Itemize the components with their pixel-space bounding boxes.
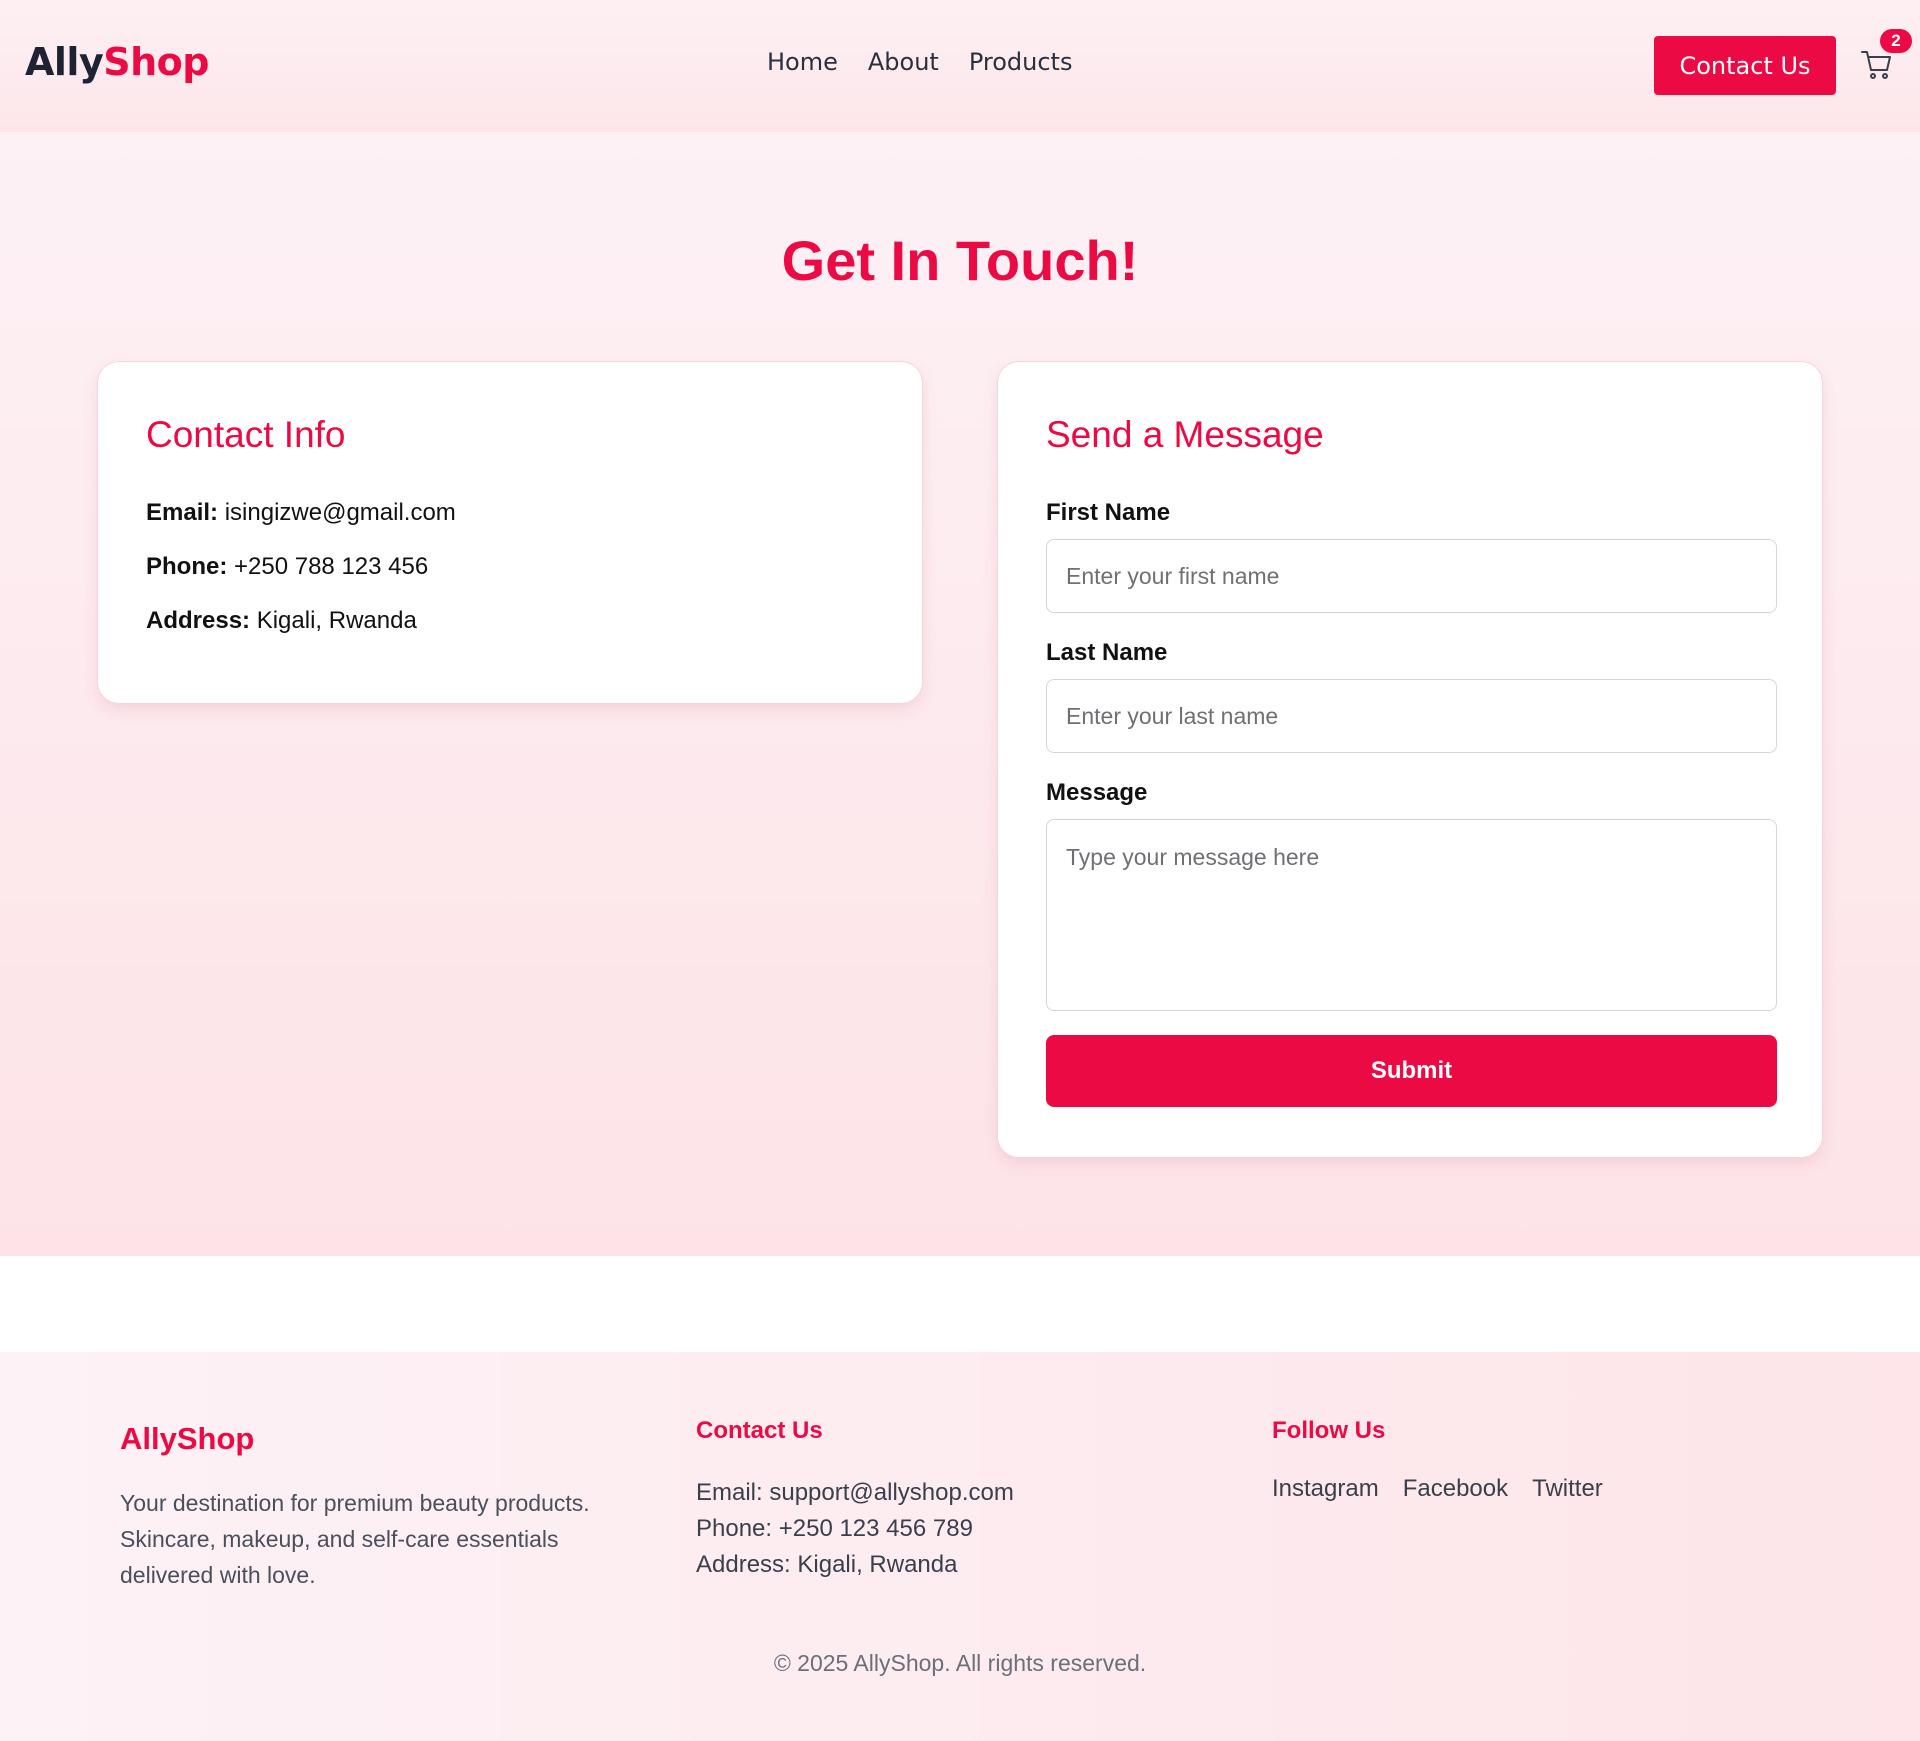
main-nav: Home About Products [767,48,1072,76]
first-name-label: First Name [1046,499,1171,526]
message-textarea[interactable] [1046,819,1777,1011]
footer-description: Your destination for premium beauty prod… [120,1490,590,1588]
message-form-card: Send a Message First Name Last Name Mess… [997,361,1823,1158]
contact-email-line: Email: isingizwe@gmail.com [146,499,456,527]
address-label: Address: [146,607,251,634]
phone-value: +250 788 123 456 [234,553,429,580]
contact-us-button[interactable]: Contact Us [1654,36,1836,95]
footer-follow-heading: Follow Us [1272,1417,1386,1444]
footer-contact-heading: Contact Us [696,1417,823,1444]
contact-section: Get In Touch! Contact Info Email: isingi… [0,132,1920,1256]
footer-brand-column: AllyShop Your destination for premium be… [120,1417,640,1593]
email-value: isingizwe@gmail.com [224,499,456,526]
page-title: Get In Touch! [781,229,1139,292]
contact-info-heading: Contact Info [146,414,346,455]
site-header: AllyShop Home About Products Contact Us … [0,0,1920,132]
first-name-input[interactable] [1046,539,1777,613]
footer-phone: Phone: +250 123 456 789 [696,1515,973,1542]
site-logo[interactable]: AllyShop [25,40,209,84]
last-name-label: Last Name [1046,639,1168,666]
message-label: Message [1046,779,1148,806]
message-form-heading: Send a Message [1046,414,1324,455]
cart-icon[interactable] [1860,48,1894,82]
social-link-facebook[interactable]: Facebook [1403,1475,1508,1503]
submit-button[interactable]: Submit [1046,1035,1777,1107]
email-label: Email: [146,499,219,526]
social-link-instagram[interactable]: Instagram [1272,1475,1379,1503]
social-link-twitter[interactable]: Twitter [1532,1475,1603,1503]
contact-info-card: Contact Info Email: isingizwe@gmail.com … [97,361,923,704]
cart-count-badge: 2 [1880,29,1912,53]
site-footer: AllyShop Your destination for premium be… [0,1352,1920,1741]
logo-text-ally: Ally [25,40,104,84]
contact-address-line: Address: Kigali, Rwanda [146,607,417,635]
social-links: Instagram Facebook Twitter [1272,1475,1792,1503]
nav-link-home[interactable]: Home [767,48,838,76]
phone-label: Phone: [146,553,228,580]
footer-email: Email: support@allyshop.com [696,1479,1014,1506]
footer-follow-column: Follow Us Instagram Facebook Twitter [1272,1417,1792,1503]
footer-contact-list: Email: support@allyshop.com Phone: +250 … [696,1475,1216,1583]
footer-contact-column: Contact Us Email: support@allyshop.com P… [696,1417,1216,1583]
footer-brand: AllyShop [120,1421,255,1456]
last-name-input[interactable] [1046,679,1777,753]
nav-link-about[interactable]: About [868,48,939,76]
address-value: Kigali, Rwanda [256,607,417,634]
contact-phone-line: Phone: +250 788 123 456 [146,553,428,581]
logo-text-shop: Shop [103,40,209,84]
copyright-text: © 2025 AllyShop. All rights reserved. [773,1650,1147,1676]
nav-link-products[interactable]: Products [969,48,1073,76]
footer-address: Address: Kigali, Rwanda [696,1551,958,1578]
